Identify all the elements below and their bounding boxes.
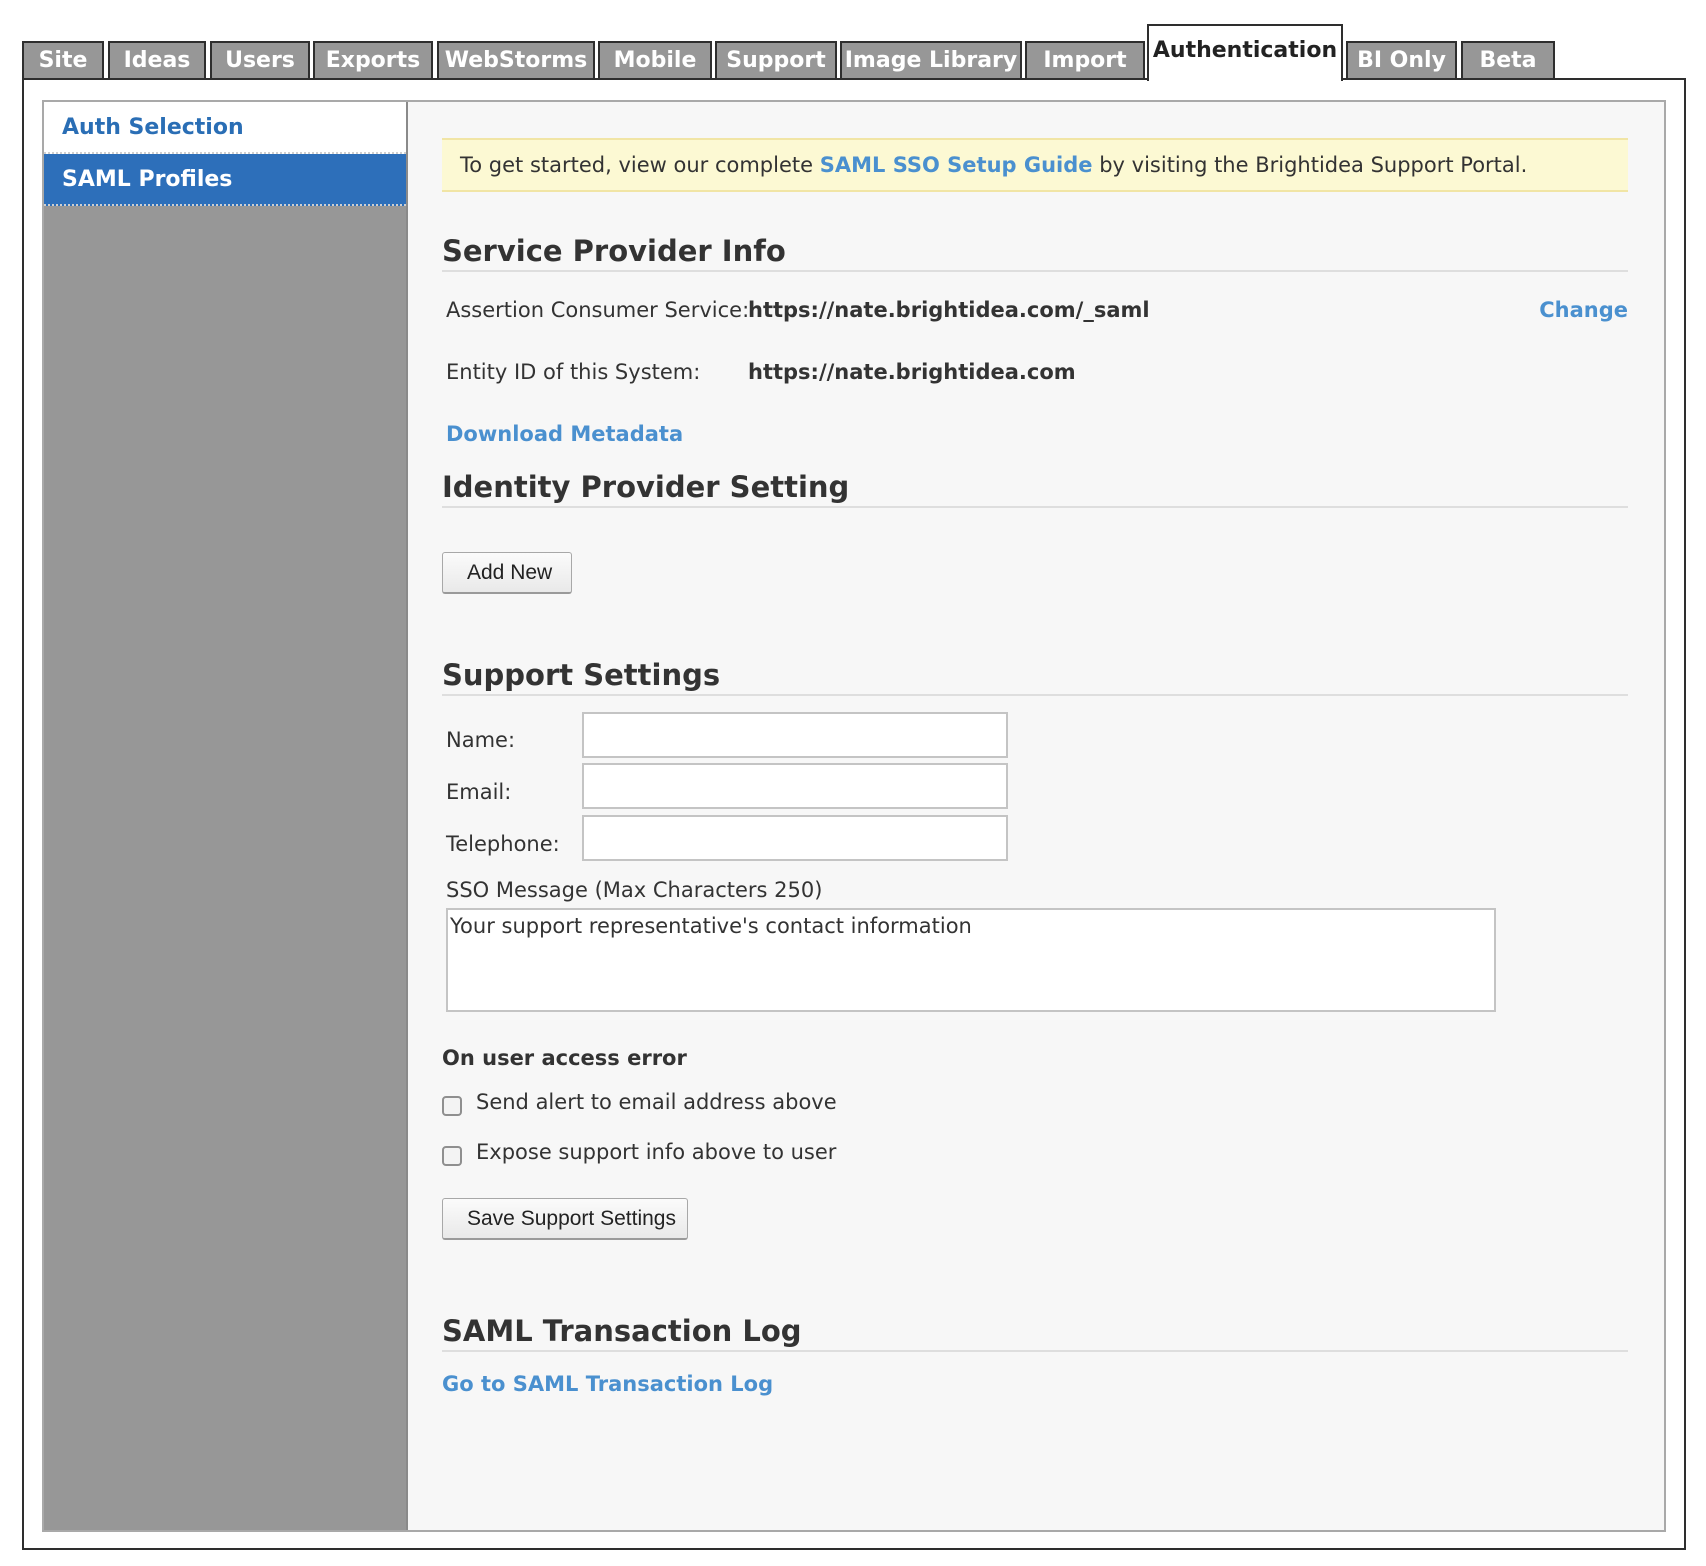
save-support-settings-button[interactable]: Save Support Settings [442, 1198, 688, 1240]
sso-message-textarea[interactable]: Your support representative's contact in… [446, 908, 1496, 1012]
tab-import[interactable]: Import [1025, 41, 1145, 78]
tab-mobile[interactable]: Mobile [598, 41, 712, 78]
tab-bar: Site Ideas Users Exports WebStorms Mobil… [22, 24, 1686, 81]
tab-ideas[interactable]: Ideas [108, 41, 206, 78]
notice-prefix: To get started, view our complete [460, 153, 814, 177]
support-settings-title: Support Settings [442, 658, 1628, 696]
send-alert-label[interactable]: Send alert to email address above [476, 1090, 837, 1114]
notice-suffix: by visiting the Brightidea Support Porta… [1099, 153, 1528, 177]
entity-id-value: https://nate.brightidea.com [748, 360, 1076, 384]
tab-site[interactable]: Site [22, 41, 104, 78]
add-new-button[interactable]: Add New [442, 552, 572, 594]
name-label: Name: [446, 728, 516, 752]
tab-users[interactable]: Users [210, 41, 310, 78]
entity-id-label: Entity ID of this System: [446, 360, 701, 384]
name-input[interactable] [582, 712, 1008, 758]
panel: Auth Selection SAML Profiles To get star… [42, 100, 1666, 1532]
send-alert-checkbox[interactable] [442, 1096, 462, 1116]
main-content: To get started, view our complete SAML S… [408, 102, 1664, 1530]
change-link[interactable]: Change [1539, 298, 1628, 322]
transaction-log-title: SAML Transaction Log [442, 1314, 1628, 1352]
tab-support[interactable]: Support [715, 41, 837, 78]
access-error-heading: On user access error [442, 1046, 687, 1070]
tab-webstorms[interactable]: WebStorms [437, 41, 595, 78]
telephone-input[interactable] [582, 815, 1008, 861]
sidebar-item-saml-profiles[interactable]: SAML Profiles [44, 154, 406, 206]
identity-provider-title: Identity Provider Setting [442, 470, 1628, 508]
tab-beta[interactable]: Beta [1461, 41, 1555, 78]
setup-guide-notice: To get started, view our complete SAML S… [442, 138, 1628, 192]
expose-info-label[interactable]: Expose support info above to user [476, 1140, 836, 1164]
sso-message-label: SSO Message (Max Characters 250) [446, 878, 823, 902]
transaction-log-link[interactable]: Go to SAML Transaction Log [442, 1372, 773, 1396]
telephone-label: Telephone: [446, 832, 560, 856]
sidebar-item-auth-selection[interactable]: Auth Selection [44, 102, 406, 154]
tab-exports[interactable]: Exports [313, 41, 433, 78]
tab-image-library[interactable]: Image Library [840, 41, 1022, 78]
email-label: Email: [446, 780, 512, 804]
acs-label: Assertion Consumer Service: [446, 298, 750, 322]
tab-bi-only[interactable]: BI Only [1346, 41, 1457, 78]
download-metadata-link[interactable]: Download Metadata [446, 422, 683, 446]
acs-value: https://nate.brightidea.com/_saml [748, 298, 1150, 322]
sidebar: Auth Selection SAML Profiles [44, 102, 408, 1530]
tab-authentication[interactable]: Authentication [1147, 24, 1343, 81]
service-provider-title: Service Provider Info [442, 234, 1628, 272]
email-input[interactable] [582, 763, 1008, 809]
expose-info-checkbox[interactable] [442, 1146, 462, 1166]
saml-setup-guide-link[interactable]: SAML SSO Setup Guide [820, 153, 1093, 177]
content-frame: Auth Selection SAML Profiles To get star… [22, 78, 1686, 1550]
